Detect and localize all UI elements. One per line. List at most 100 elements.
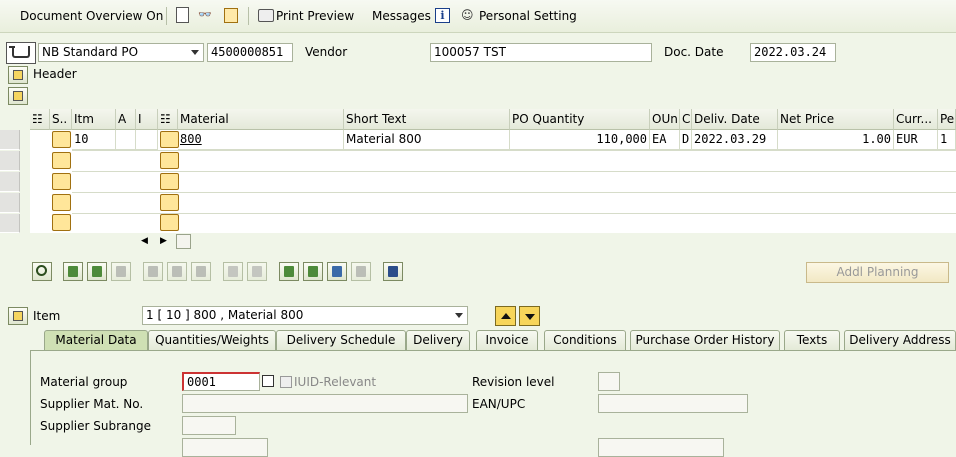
row-selector[interactable] [0,214,20,233]
table-settings-icon[interactable]: ☷ [30,109,50,130]
row-selector[interactable] [0,151,20,171]
batch-field[interactable] [182,438,268,457]
info-icon[interactable]: i [435,8,450,23]
tab-conditions[interactable]: Conditions [544,330,626,351]
po-quantity-cell[interactable]: 110,000 [510,130,650,150]
item-category-cell[interactable] [136,130,158,150]
tab-texts[interactable]: Texts [784,330,840,351]
delete-button[interactable] [143,262,163,281]
status-cell-button[interactable] [52,214,71,231]
vendor-field[interactable]: 100057 TST [430,43,652,62]
other-document-icon[interactable] [224,8,238,23]
copy-row-button[interactable] [87,262,107,281]
column-header-status[interactable]: S.. [50,109,72,130]
account-assignment-cell[interactable] [116,130,136,150]
supplier-mat-no-field[interactable] [182,394,468,413]
previous-item-button[interactable] [495,306,516,326]
tab-delivery-address[interactable]: Delivery Address [844,330,956,351]
iuid-relevant-checkbox[interactable] [280,376,292,388]
messages-button[interactable]: Messages [372,9,431,23]
row-selector[interactable] [0,172,20,192]
scroll-left-icon[interactable]: ◀ [141,236,148,246]
filter-off-button[interactable] [351,262,371,281]
document-type-select[interactable]: NB Standard PO [38,43,204,62]
order-unit-cell[interactable]: EA [650,130,680,150]
scroll-right-icon[interactable]: ▶ [160,236,167,246]
date-category-cell[interactable]: D [680,130,692,150]
net-price-cell[interactable]: 1.00 [778,130,894,150]
ean-upc-field[interactable] [598,394,748,413]
status-cell-button[interactable] [52,131,71,148]
delivery-date-cell[interactable]: 2022.03.29 [692,130,778,150]
tab-delivery-schedule[interactable]: Delivery Schedule [276,330,406,351]
display-change-icon[interactable]: 👓 [198,8,216,22]
status-cell-button[interactable] [52,173,71,190]
copy-button[interactable] [223,262,243,281]
print-preview-icon[interactable] [258,9,274,22]
tab-delivery[interactable]: Delivery [406,330,470,351]
personal-setting-icon[interactable]: ☺ [461,8,475,23]
tab-purchase-order-history[interactable]: Purchase Order History [630,330,780,351]
short-text-cell[interactable]: Material 800 [344,130,510,150]
material-f4-button[interactable] [160,214,179,231]
material-f4-button[interactable] [160,131,179,148]
material-group-search-icon[interactable] [262,375,274,387]
addl-planning-button[interactable]: Addl Planning [806,262,949,283]
column-header-po-quantity[interactable]: PO Quantity [510,109,650,130]
revision-level-field[interactable] [598,372,620,391]
column-selection-icon[interactable]: ☷ [158,109,178,130]
column-header-short-text[interactable]: Short Text [344,109,510,130]
currency-cell[interactable]: EUR [894,130,938,150]
paste-row-button[interactable] [111,262,131,281]
po-number-field[interactable]: 4500000851 [207,43,293,62]
row-selector[interactable] [0,193,20,213]
filter-button[interactable] [327,262,347,281]
column-header-account[interactable]: A [116,109,136,130]
column-header-item-category[interactable]: I [136,109,158,130]
item-number-cell[interactable]: 10 [72,130,116,150]
horizontal-scrollbar[interactable] [176,234,191,249]
status-cell-button[interactable] [52,152,71,169]
new-document-icon[interactable] [176,7,189,23]
lock-button[interactable] [167,262,187,281]
item-select[interactable]: 1 [ 10 ] 800 , Material 800 [142,306,468,325]
per-cell[interactable]: 1 [938,130,956,150]
supplier-batch-field[interactable] [598,438,724,457]
details-button[interactable] [32,262,52,281]
header-expand-button[interactable] [8,66,28,84]
item-detail-expand-button[interactable] [8,307,28,325]
material-cell[interactable]: 800 [178,130,344,150]
column-header-per[interactable]: Pe [938,109,956,130]
doc-date-field[interactable]: 2022.03.24 [750,43,836,62]
material-f4-button[interactable] [160,194,179,211]
material-f4-button[interactable] [160,173,179,190]
material-f4-button[interactable] [160,152,179,169]
tab-invoice[interactable]: Invoice [476,330,538,351]
column-header-date-category[interactable]: C [680,109,692,130]
document-overview-toggle[interactable] [6,42,36,64]
column-header-currency[interactable]: Curr... [894,109,938,130]
add-row-button[interactable] [63,262,83,281]
layout-button[interactable] [247,262,267,281]
column-header-material[interactable]: Material [178,109,344,130]
item-overview-expand-button[interactable] [8,87,28,105]
column-header-order-unit[interactable]: OUn [650,109,680,130]
row-selector[interactable] [0,130,20,150]
material-group-field[interactable]: 0001 [182,372,260,391]
next-item-button[interactable] [519,306,540,326]
column-header-delivery-date[interactable]: Deliv. Date [692,109,778,130]
document-overview-button[interactable]: Document Overview On [20,9,163,23]
total-button[interactable] [303,262,323,281]
print-preview-button[interactable]: Print Preview [276,9,354,23]
status-cell-button[interactable] [52,194,71,211]
sort-button[interactable] [279,262,299,281]
tab-material-data[interactable]: Material Data [44,330,148,351]
personal-setting-button[interactable]: Personal Setting [479,9,577,23]
view-button[interactable] [383,262,403,281]
column-header-item[interactable]: Itm [72,109,116,130]
unlock-button[interactable] [191,262,211,281]
grid-line [72,213,956,214]
supplier-subrange-field[interactable] [182,416,236,435]
tab-quantities-weights[interactable]: Quantities/Weights [148,330,276,351]
column-header-net-price[interactable]: Net Price [778,109,894,130]
